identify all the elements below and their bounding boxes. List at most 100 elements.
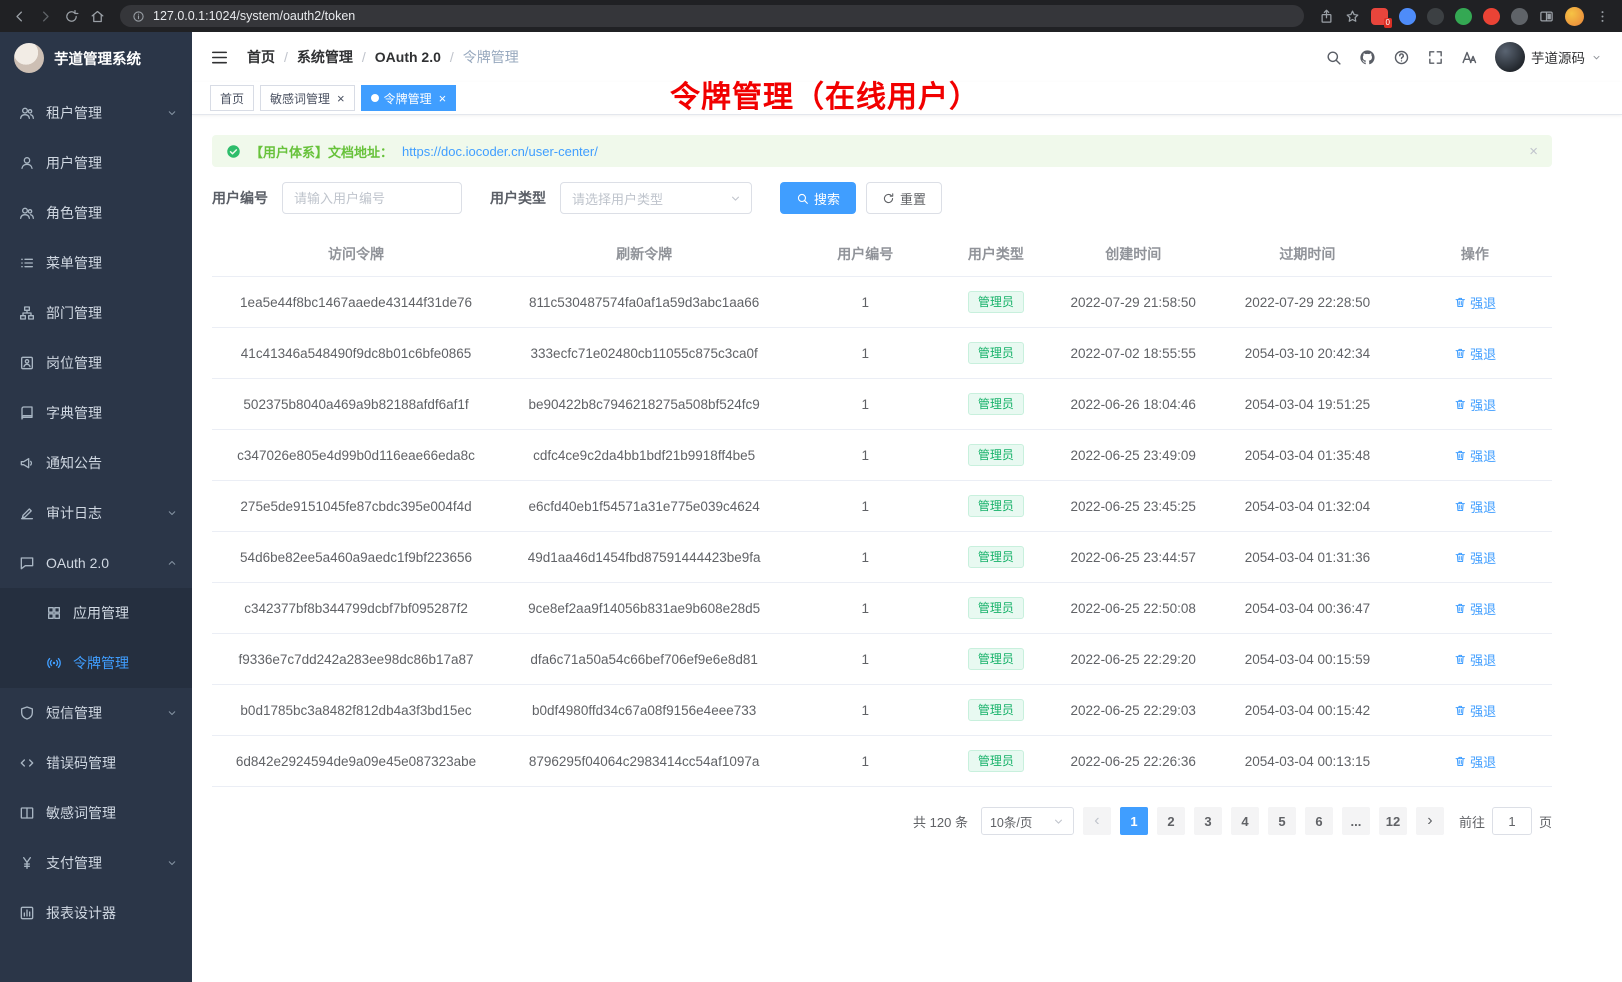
user-menu[interactable]: 芋道源码 [1495,42,1602,72]
users-icon [19,205,35,221]
extension-icon-3[interactable] [1427,8,1444,25]
breadcrumb-separator: / [362,49,366,65]
breadcrumb-item[interactable]: 系统管理 [297,47,353,67]
extension-icon-4[interactable] [1455,8,1472,25]
force-logout-button[interactable]: 强退 [1454,701,1497,720]
expire-time-cell: 2054-03-04 01:35:48 [1217,430,1398,481]
sidebar-item-menu[interactable]: 菜单管理 [0,238,192,288]
force-logout-button[interactable]: 强退 [1454,446,1497,465]
sidebar-item-dict[interactable]: 字典管理 [0,388,192,438]
fullscreen-icon[interactable] [1427,49,1444,66]
sidebar-item-oauth2[interactable]: OAuth 2.0 [0,538,192,588]
list-icon [19,255,35,271]
pager-page-6[interactable]: 6 [1305,807,1333,835]
sidebar-item-pay[interactable]: 支付管理 [0,838,192,888]
site-info-icon[interactable] [132,10,145,23]
pager-page-4[interactable]: 4 [1231,807,1259,835]
tab-home[interactable]: 首页 [210,85,254,111]
search-icon[interactable] [1325,49,1342,66]
sidebar-item-post[interactable]: 岗位管理 [0,338,192,388]
create-time-cell: 2022-06-26 18:04:46 [1049,379,1217,430]
sidebar-item-label: 角色管理 [46,203,178,223]
forward-icon[interactable] [38,9,53,24]
app-logo[interactable]: 芋道管理系统 [0,32,192,84]
breadcrumb-item[interactable]: 首页 [247,47,275,67]
extension-icon-6[interactable] [1511,8,1528,25]
pager-next-button[interactable]: › [1416,807,1444,835]
user-type-select[interactable]: 请选择用户类型 [560,182,752,214]
chevron-down-icon [1591,52,1602,63]
tab-close-icon[interactable]: × [337,92,345,105]
force-logout-button[interactable]: 强退 [1454,395,1497,414]
tab-close-icon[interactable]: × [439,92,447,105]
user-id-input[interactable] [282,182,462,214]
doc-link[interactable]: https://doc.iocoder.cn/user-center/ [402,144,598,159]
force-logout-button[interactable]: 强退 [1454,650,1497,669]
sidebar-item-label: 敏感词管理 [46,803,178,823]
home-icon[interactable] [90,9,105,24]
sidebar-item-sms[interactable]: 短信管理 [0,688,192,738]
bookmark-star-icon[interactable] [1345,9,1360,24]
github-icon[interactable] [1359,49,1376,66]
url-bar[interactable]: 127.0.0.1:1024/system/oauth2/token [120,5,1304,27]
sidebar-item-notice[interactable]: 通知公告 [0,438,192,488]
hamburger-icon[interactable] [210,48,229,67]
pager-page-3[interactable]: 3 [1194,807,1222,835]
reset-button[interactable]: 重置 [866,182,942,214]
sidebar-item-user[interactable]: 用户管理 [0,138,192,188]
goto-page-input[interactable] [1492,807,1532,835]
split-view-icon[interactable] [1539,9,1554,24]
font-size-icon[interactable] [1461,49,1478,66]
extension-icon-2[interactable] [1399,8,1416,25]
sidebar-item-report[interactable]: 报表设计器 [0,888,192,938]
create-time-cell: 2022-06-25 23:44:57 [1049,532,1217,583]
sidebar-item-tenant[interactable]: 租户管理 [0,88,192,138]
pager-page-2[interactable]: 2 [1157,807,1185,835]
force-logout-button[interactable]: 强退 [1454,548,1497,567]
columns-icon [19,805,35,821]
browser-profile-avatar[interactable] [1565,7,1584,26]
sidebar-item-dept[interactable]: 部门管理 [0,288,192,338]
back-icon[interactable] [12,9,27,24]
pager-page-12[interactable]: 12 [1379,807,1407,835]
pager-more-button[interactable]: ... [1342,807,1370,835]
extension-icon-5[interactable] [1483,8,1500,25]
breadcrumb-item: 令牌管理 [463,47,519,67]
trash-icon [1454,296,1467,309]
goto-suffix: 页 [1539,812,1552,831]
tab-oauth2-token[interactable]: 令牌管理× [361,85,457,111]
force-logout-button[interactable]: 强退 [1454,599,1497,618]
extension-icon-1[interactable]: 0 [1371,8,1388,25]
breadcrumb-item[interactable]: OAuth 2.0 [375,49,441,65]
column-header: 用户类型 [942,232,1049,277]
force-logout-button[interactable]: 强退 [1454,293,1497,312]
alert-close-icon[interactable]: × [1529,144,1538,159]
share-icon[interactable] [1319,9,1334,24]
browser-menu-icon[interactable] [1595,9,1610,24]
sidebar-item-oauth2-token[interactable]: 令牌管理 [0,638,192,688]
force-logout-button[interactable]: 强退 [1454,344,1497,363]
access-token-cell: c347026e805e4d99b0d116eae66eda8c [212,430,500,481]
tab-sensitive-word[interactable]: 敏感词管理× [260,85,355,111]
chat-icon [19,555,35,571]
force-logout-button[interactable]: 强退 [1454,752,1497,771]
sidebar-item-sensitive-word[interactable]: 敏感词管理 [0,788,192,838]
sidebar-item-error-code[interactable]: 错误码管理 [0,738,192,788]
sidebar-item-role[interactable]: 角色管理 [0,188,192,238]
navbar: 首页/系统管理/OAuth 2.0/令牌管理 芋道源码 [192,32,1622,82]
expire-time-cell: 2054-03-04 01:32:04 [1217,481,1398,532]
breadcrumb: 首页/系统管理/OAuth 2.0/令牌管理 [247,47,519,67]
pager-prev-button[interactable]: ‹ [1083,807,1111,835]
page-size-select[interactable]: 10条/页 [981,807,1074,835]
pager-page-5[interactable]: 5 [1268,807,1296,835]
search-button[interactable]: 搜索 [780,182,856,214]
force-logout-button[interactable]: 强退 [1454,497,1497,516]
pager-pages: 123456...12 [1120,807,1407,835]
sidebar-item-oauth2-app[interactable]: 应用管理 [0,588,192,638]
user-type-tag: 管理员 [968,546,1024,568]
user-type-tag: 管理员 [968,342,1024,364]
pager-page-1[interactable]: 1 [1120,807,1148,835]
reload-icon[interactable] [64,9,79,24]
help-icon[interactable] [1393,49,1410,66]
sidebar-item-audit-log[interactable]: 审计日志 [0,488,192,538]
